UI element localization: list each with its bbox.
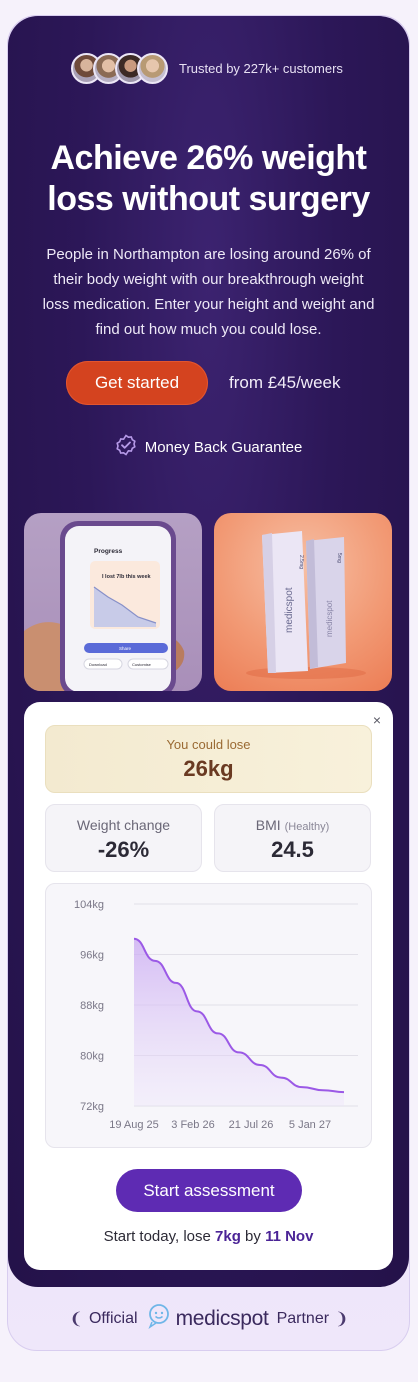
weight-change-stat: Weight change -26% <box>45 804 202 872</box>
partner-label: Partner <box>276 1309 330 1327</box>
page-title: Achieve 26% weight loss without surgery <box>8 138 409 220</box>
app-share-label: Share <box>119 646 132 651</box>
bmi-label-row: BMI (Healthy) <box>215 817 370 833</box>
customer-avatars <box>71 52 168 84</box>
weight-change-value: -26% <box>97 837 150 862</box>
avatar <box>137 52 168 84</box>
weight-change-label: Weight change <box>76 817 171 833</box>
y-tick-label: 88kg <box>80 1000 104 1012</box>
weight-chart: 104kg 96kg 88kg 80kg 72kg 19 Aug 25 3 Feb 26 21… <box>45 883 372 1148</box>
app-progress-image: Progress I lost 7lb this week Share Down… <box>24 513 202 691</box>
product-brand: medicspot <box>284 587 295 633</box>
app-headline: I lost 7lb this week <box>102 574 152 580</box>
x-tick-label: 19 Aug 25 <box>109 1119 159 1131</box>
title-line-2: loss without surgery <box>47 180 370 218</box>
verified-badge-icon <box>115 434 137 461</box>
product-illustration: medicspot 2.5mg 5mg medicspot <box>246 531 366 679</box>
x-tick-label: 3 Feb 26 <box>171 1119 214 1131</box>
laurel-left-icon: ❨ <box>69 1310 83 1328</box>
bmi-stat: BMI (Healthy) 24.5 <box>214 804 371 872</box>
product-brand-2: medicspot <box>325 600 334 637</box>
guarantee-text: Money Back Guarantee <box>144 439 303 456</box>
get-started-button[interactable]: Get started <box>66 361 208 405</box>
start-mid: by <box>240 1228 266 1245</box>
money-back-guarantee: Money Back Guarantee <box>8 434 409 461</box>
y-tick-label: 96kg <box>80 950 104 962</box>
start-assessment-button[interactable]: Start assessment <box>116 1169 302 1212</box>
cta-row: Get started from £45/week <box>66 361 341 405</box>
phone-illustration: Progress I lost 7lb this week Share Down… <box>24 521 185 691</box>
lose-label: You could lose <box>166 737 251 752</box>
partner-brand: medicspot <box>175 1306 269 1330</box>
app-title: Progress <box>94 548 123 555</box>
app-customise-label: Customise <box>132 662 152 667</box>
product-dose: 2.5mg <box>298 555 304 569</box>
official-partner-badge: ❨ Official medicspot Partner ❩ <box>0 1303 418 1334</box>
start-amount: 7kg <box>215 1228 241 1245</box>
lose-value: 26kg <box>183 756 234 781</box>
x-tick-label: 21 Jul 26 <box>229 1119 274 1131</box>
hero-description: People in Northampton are losing around … <box>42 246 375 338</box>
start-prefix: Start today, lose <box>103 1228 216 1245</box>
weight-chart-svg: 104kg 96kg 88kg 80kg 72kg 19 Aug 25 3 Feb 26 21… <box>74 899 358 1131</box>
price-text: from £45/week <box>229 373 341 392</box>
medicspot-logo-icon <box>146 1303 172 1334</box>
laurel-right-icon: ❩ <box>335 1310 349 1328</box>
trusted-badge: Trusted by 227k+ customers <box>71 51 343 85</box>
bmi-category: (Healthy) <box>284 821 330 833</box>
start-date: 11 Nov <box>265 1228 314 1245</box>
close-icon[interactable]: × <box>373 712 381 728</box>
bmi-label: BMI <box>255 817 281 833</box>
y-tick-label: 72kg <box>80 1101 104 1113</box>
x-tick-label: 5 Jan 27 <box>289 1119 331 1131</box>
y-tick-label: 104kg <box>74 899 104 911</box>
product-dose-2: 5mg <box>336 553 342 563</box>
product-box-image: medicspot 2.5mg 5mg medicspot <box>214 513 392 691</box>
hero-panel: Trusted by 227k+ customers Achieve 26% w… <box>8 16 409 1287</box>
you-could-lose-box: You could lose 26kg <box>45 725 372 793</box>
app-download-label: Download <box>89 662 107 667</box>
series-area <box>134 938 344 1106</box>
bmi-value: 24.5 <box>271 837 314 862</box>
trusted-text: Trusted by 227k+ customers <box>179 60 343 76</box>
y-tick-label: 80kg <box>80 1051 104 1063</box>
weight-loss-calculator: × You could lose 26kg Weight change -26%… <box>24 702 393 1270</box>
official-label: Official <box>88 1309 138 1327</box>
title-line-1: Achieve 26% weight <box>50 139 367 177</box>
start-today-text: Start today, lose 7kg by 11 Nov <box>24 1228 393 1245</box>
